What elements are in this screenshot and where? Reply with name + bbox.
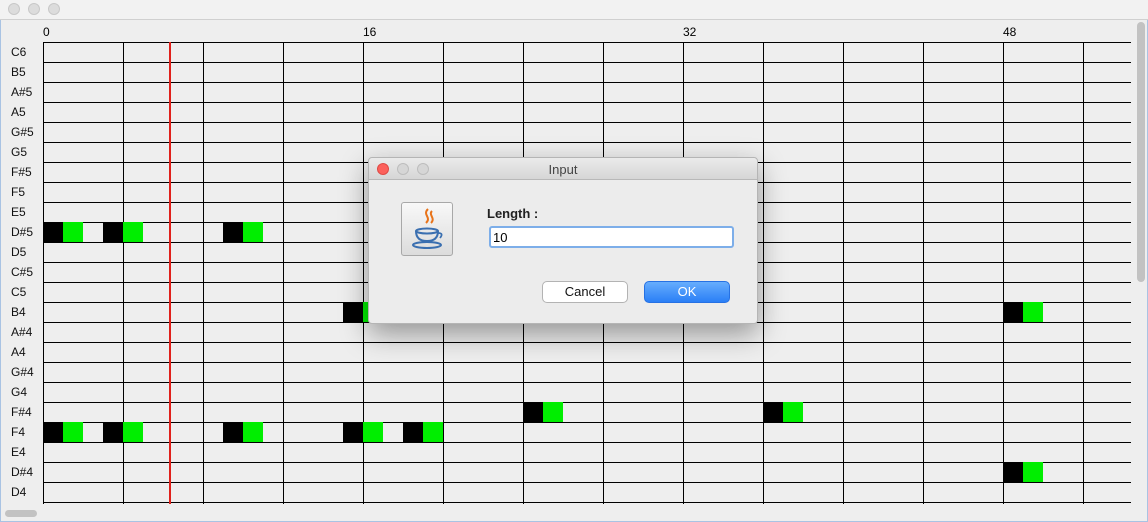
note-label: D#5: [11, 225, 34, 239]
java-coffee-cup-icon: [401, 202, 453, 256]
note-label: F#5: [11, 165, 32, 179]
grid-row-line: [43, 442, 1131, 443]
note-label: E4: [11, 445, 26, 459]
grid-row-line: [43, 502, 1131, 503]
note-block-tail[interactable]: [123, 222, 143, 242]
note-label: C#5: [11, 265, 34, 279]
grid-bar-line: [763, 42, 764, 504]
grid-row-line: [43, 142, 1131, 143]
note-label: A#4: [11, 325, 33, 339]
note-block-tail[interactable]: [423, 422, 443, 442]
note-block-tail[interactable]: [63, 422, 83, 442]
note-block-head[interactable]: [343, 422, 363, 442]
note-block-head[interactable]: [523, 402, 543, 422]
note-label: B4: [11, 305, 26, 319]
note-label: G5: [11, 145, 28, 159]
note-block-head[interactable]: [43, 422, 63, 442]
grid-row-line: [43, 342, 1131, 343]
note-label: A#5: [11, 85, 33, 99]
grid-bar-line: [1083, 42, 1084, 504]
note-block-head[interactable]: [1003, 302, 1023, 322]
note-block-tail[interactable]: [243, 422, 263, 442]
cancel-button[interactable]: Cancel: [542, 281, 628, 303]
note-block-tail[interactable]: [243, 222, 263, 242]
length-input[interactable]: [489, 226, 734, 248]
vertical-scrollbar[interactable]: [1137, 22, 1145, 282]
grid-row-line: [43, 382, 1131, 383]
note-block-tail[interactable]: [63, 222, 83, 242]
note-block-head[interactable]: [223, 422, 243, 442]
grid-row-line: [43, 122, 1131, 123]
grid-row-line: [43, 402, 1131, 403]
note-block-head[interactable]: [103, 222, 123, 242]
note-block-tail[interactable]: [1023, 462, 1043, 482]
dialog-title: Input: [548, 162, 578, 177]
grid-bar-line: [1003, 42, 1004, 504]
horizontal-scrollbar[interactable]: [5, 510, 37, 517]
grid-row-line: [43, 362, 1131, 363]
note-block-head[interactable]: [403, 422, 423, 442]
note-block-head[interactable]: [223, 222, 243, 242]
note-label: A5: [11, 105, 26, 119]
ruler-label-32: 32: [683, 25, 697, 39]
grid-row-line: [43, 462, 1131, 463]
note-label: F5: [11, 185, 26, 199]
ok-button[interactable]: OK: [644, 281, 730, 303]
zoom-window-button[interactable]: [48, 3, 60, 15]
note-label: F#4: [11, 405, 32, 419]
grid-row-line: [43, 62, 1131, 63]
grid-bar-line: [203, 42, 204, 504]
grid-row-line: [43, 482, 1131, 483]
note-label: B5: [11, 65, 26, 79]
grid-bar-line: [923, 42, 924, 504]
note-label: G#5: [11, 125, 34, 139]
note-block-tail[interactable]: [363, 422, 383, 442]
length-label: Length :: [487, 206, 539, 221]
note-block-head[interactable]: [1003, 462, 1023, 482]
note-block-tail[interactable]: [123, 422, 143, 442]
ruler-label-0: 0: [43, 25, 50, 39]
grid-row-line: [43, 102, 1131, 103]
close-window-button[interactable]: [8, 3, 20, 15]
input-dialog: Input Length : Cancel OK: [368, 157, 758, 324]
note-block-tail[interactable]: [783, 402, 803, 422]
note-label: E5: [11, 205, 26, 219]
note-label: C5: [11, 285, 27, 299]
note-block-head[interactable]: [763, 402, 783, 422]
note-label: A4: [11, 345, 26, 359]
piano-roll-window: 0 16 32 48 C6 B5 A#5 A5 G#5 G5 F#5 F5 E5…: [0, 0, 1148, 522]
beat-ruler: 0 16 32 48: [1, 20, 1131, 42]
note-label: F4: [11, 425, 26, 439]
grid-bar-line: [843, 42, 844, 504]
note-label: D#4: [11, 465, 34, 479]
grid-row-line: [43, 42, 1131, 43]
note-block-tail[interactable]: [1023, 302, 1043, 322]
note-block-head[interactable]: [343, 302, 363, 322]
window-titlebar: [0, 0, 1148, 20]
note-label: C6: [11, 45, 27, 59]
note-label: D4: [11, 485, 27, 499]
note-label: G#4: [11, 365, 34, 379]
dialog-titlebar: Input: [369, 158, 757, 180]
note-block-head[interactable]: [103, 422, 123, 442]
note-label: D5: [11, 245, 27, 259]
minimize-window-button[interactable]: [28, 3, 40, 15]
ruler-label-48: 48: [1003, 25, 1017, 39]
grid-row-line: [43, 82, 1131, 83]
ruler-label-16: 16: [363, 25, 377, 39]
note-label: G4: [11, 385, 28, 399]
note-block-head[interactable]: [43, 222, 63, 242]
playhead-marker[interactable]: [169, 42, 171, 504]
grid-row-line: [43, 422, 1131, 423]
grid-bar-line: [283, 42, 284, 504]
note-block-tail[interactable]: [543, 402, 563, 422]
